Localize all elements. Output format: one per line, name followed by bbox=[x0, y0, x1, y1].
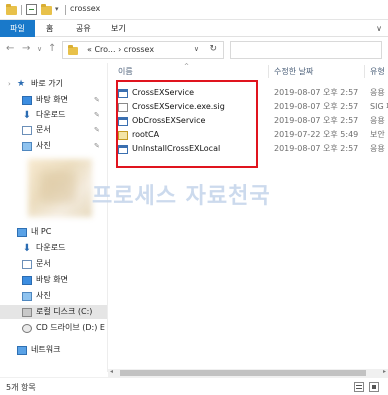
download-icon: ⬇ bbox=[22, 110, 32, 121]
navigation-pane: › ★ 바로 가기 바탕 화면 ✎ ⬇ 다운로드 ✎ 문서 ✎ 사진 ✎ 내 P… bbox=[0, 63, 108, 372]
tab-home[interactable]: 홈 bbox=[46, 20, 53, 37]
ribbon-tabs: 파일 홈 공유 보기 ∨ bbox=[0, 20, 388, 37]
nav-item-pictures[interactable]: 사진 ✎ bbox=[0, 139, 107, 153]
file-date: 2019-08-07 오후 2:57 bbox=[274, 144, 359, 153]
new-folder-icon[interactable] bbox=[41, 4, 52, 15]
address-path[interactable]: « Cro... › crossex bbox=[87, 45, 154, 54]
nav-item-pc-downloads[interactable]: ⬇ 다운로드 bbox=[0, 241, 107, 255]
chevron-down-icon[interactable]: ∨ bbox=[376, 24, 382, 33]
pin-icon: ✎ bbox=[94, 142, 100, 150]
pictures-icon bbox=[22, 142, 32, 151]
scroll-left-icon[interactable]: ◂ bbox=[110, 368, 113, 375]
back-arrow-icon[interactable]: ← bbox=[6, 43, 14, 55]
network-icon bbox=[17, 346, 27, 355]
chevron-right-icon[interactable]: › bbox=[8, 77, 11, 91]
nav-item-cd-drive-d[interactable]: CD 드라이브 (D:) E bbox=[0, 321, 107, 335]
file-type: 보안 bbox=[370, 130, 385, 139]
file-date: 2019-08-07 오후 2:57 bbox=[274, 116, 359, 125]
documents-icon bbox=[22, 260, 32, 269]
tab-file[interactable]: 파일 bbox=[0, 20, 35, 37]
address-dropdown-icon[interactable]: ∨ bbox=[194, 45, 199, 53]
window-title: crossex bbox=[70, 4, 101, 13]
watermark: 프로세스 자료천국 bbox=[92, 184, 271, 209]
address-bar[interactable]: « Cro... › crossex ∨ ↻ bbox=[62, 41, 224, 59]
scrollbar-thumb[interactable] bbox=[120, 370, 366, 376]
nav-item-this-pc[interactable]: 내 PC bbox=[0, 225, 107, 239]
desktop-icon bbox=[22, 276, 32, 285]
folder-icon bbox=[6, 4, 17, 15]
sort-indicator-icon: ^ bbox=[184, 63, 190, 70]
divider bbox=[21, 5, 22, 15]
search-input[interactable] bbox=[230, 41, 382, 59]
nav-item-pc-desktop[interactable]: 바탕 화면 bbox=[0, 273, 107, 287]
drive-icon bbox=[22, 308, 32, 317]
cd-drive-icon bbox=[22, 324, 32, 333]
scroll-right-icon[interactable]: ▸ bbox=[383, 368, 386, 375]
column-header-date[interactable]: 수정한 날짜 bbox=[274, 66, 313, 77]
file-type: 응용 bbox=[370, 88, 385, 97]
column-divider[interactable] bbox=[364, 65, 365, 78]
column-divider[interactable] bbox=[268, 65, 269, 78]
file-type: SIG 파 bbox=[370, 102, 388, 111]
nav-item-pc-pictures[interactable]: 사진 bbox=[0, 289, 107, 303]
nav-item-network[interactable]: 네트워크 bbox=[0, 343, 107, 357]
large-icons-view-icon[interactable] bbox=[369, 382, 379, 392]
up-arrow-icon[interactable]: ↑ bbox=[48, 43, 56, 55]
properties-icon[interactable] bbox=[26, 4, 37, 15]
refresh-icon[interactable]: ↻ bbox=[209, 44, 217, 54]
file-date: 2019-08-07 오후 2:57 bbox=[274, 102, 359, 111]
nav-item-downloads[interactable]: ⬇ 다운로드 ✎ bbox=[0, 108, 107, 122]
horizontal-scrollbar[interactable]: ◂ ▸ bbox=[108, 368, 388, 377]
nav-item-quick-access[interactable]: › ★ 바로 가기 bbox=[0, 77, 107, 91]
nav-item-local-disk-c[interactable]: 로컬 디스크 (C:) bbox=[0, 305, 107, 319]
file-date: 2019-08-07 오후 2:57 bbox=[274, 88, 359, 97]
column-header-type[interactable]: 유형 bbox=[370, 66, 385, 77]
column-header-name[interactable]: 이름 bbox=[118, 66, 133, 77]
recent-locations-icon[interactable]: ∨ bbox=[37, 43, 42, 55]
download-icon: ⬇ bbox=[22, 243, 32, 254]
divider bbox=[65, 5, 66, 15]
pin-icon: ✎ bbox=[94, 96, 100, 104]
nav-item-pc-documents[interactable]: 문서 bbox=[0, 257, 107, 271]
address-row: ← → ∨ ↑ « Cro... › crossex ∨ ↻ bbox=[0, 37, 388, 63]
pin-icon: ✎ bbox=[94, 126, 100, 134]
item-count: 5개 항목 bbox=[6, 383, 36, 392]
tab-view[interactable]: 보기 bbox=[111, 20, 126, 37]
status-bar: 5개 항목 bbox=[0, 377, 388, 395]
star-icon: ★ bbox=[17, 79, 26, 89]
title-bar: ▾ crossex bbox=[0, 0, 388, 20]
highlight-annotation bbox=[116, 80, 258, 168]
folder-icon bbox=[68, 45, 78, 55]
file-date: 2019-07-22 오후 5:49 bbox=[274, 130, 359, 139]
file-type: 응용 bbox=[370, 144, 385, 153]
desktop-icon bbox=[22, 96, 32, 105]
forward-arrow-icon[interactable]: → bbox=[22, 43, 30, 55]
nav-item-documents[interactable]: 문서 ✎ bbox=[0, 123, 107, 137]
this-pc-icon bbox=[17, 228, 27, 237]
file-type: 응용 bbox=[370, 116, 385, 125]
documents-icon bbox=[22, 126, 32, 135]
details-view-icon[interactable] bbox=[354, 382, 364, 392]
tab-share[interactable]: 공유 bbox=[76, 20, 91, 37]
pin-icon: ✎ bbox=[94, 111, 100, 119]
pictures-icon bbox=[22, 292, 32, 301]
blurred-region bbox=[40, 171, 76, 203]
nav-item-desktop[interactable]: 바탕 화면 ✎ bbox=[0, 93, 107, 107]
